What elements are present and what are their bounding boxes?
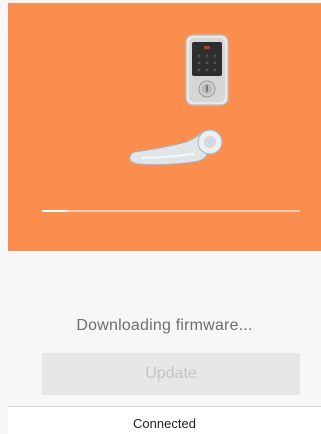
lever-handle-icon: [129, 129, 223, 166]
connection-status-text: Connected: [133, 416, 196, 431]
download-progress-bar: [42, 210, 300, 212]
update-panel: Downloading firmware... Update: [8, 251, 321, 406]
download-progress-fill: [42, 210, 68, 212]
connection-status-bar: Connected: [8, 406, 321, 434]
firmware-update-screen: Downloading firmware... Update Connected: [0, 0, 321, 434]
keypad-lock-icon: [185, 34, 229, 106]
update-button[interactable]: Update: [42, 353, 300, 395]
lock-illustration-panel: [8, 3, 321, 251]
download-status-text: Downloading firmware...: [76, 317, 253, 334]
